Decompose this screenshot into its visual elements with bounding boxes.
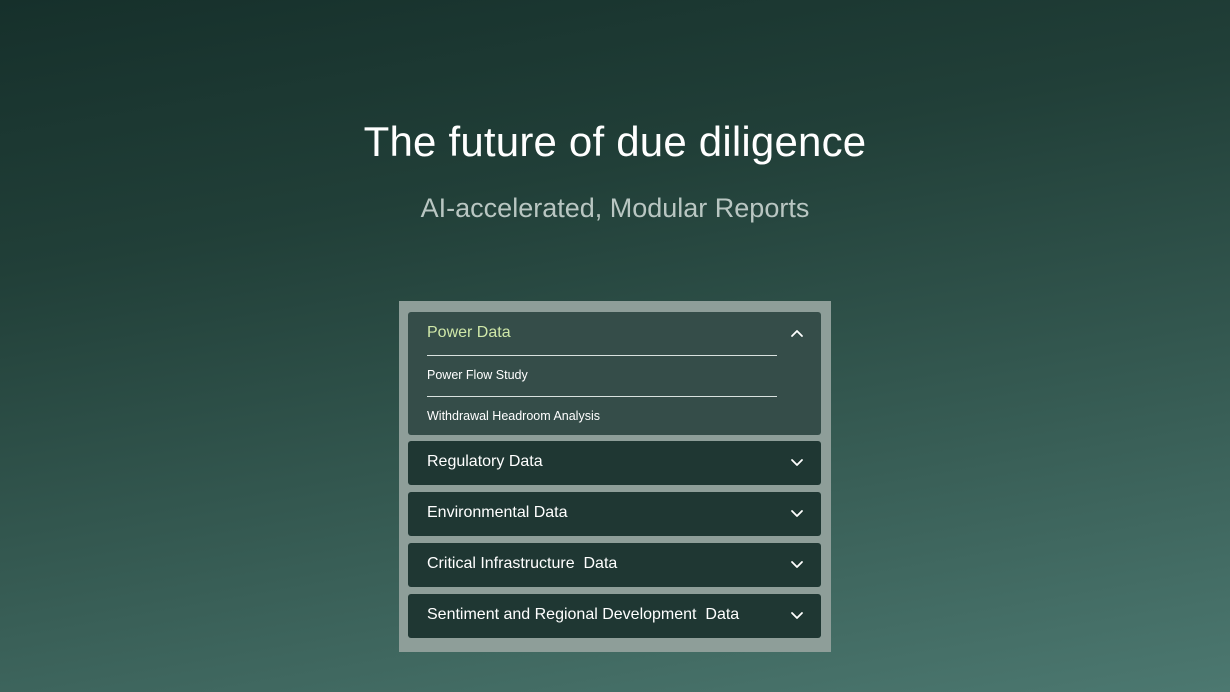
accordion-item-label: Environmental Data bbox=[427, 504, 568, 521]
sub-item-power-flow-study[interactable]: Power Flow Study bbox=[427, 368, 528, 382]
accordion-item-label: Sentiment and Regional Development Data bbox=[427, 606, 740, 623]
accordion-item-critical-infrastructure-data[interactable]: Critical Infrastructure Data bbox=[408, 543, 821, 587]
accordion-item-label: Critical Infrastructure Data bbox=[427, 555, 618, 572]
accordion-item-environmental-data[interactable]: Environmental Data bbox=[408, 492, 821, 536]
page-title: The future of due diligence bbox=[363, 118, 867, 165]
accordion-item-label: Regulatory Data bbox=[427, 453, 543, 470]
chevron-up-icon[interactable] bbox=[790, 326, 804, 340]
accordion-header-sentiment-regional-development-data[interactable]: Sentiment and Regional Development Data bbox=[408, 594, 821, 638]
page-subtitle: AI-accelerated, Modular Reports bbox=[420, 193, 810, 223]
chevron-down-icon[interactable] bbox=[790, 557, 804, 571]
data-modules-accordion: Power Data Power Flow Study Withdrawal H… bbox=[399, 301, 831, 652]
accordion-item-label: Power Data bbox=[427, 324, 511, 341]
sub-item-withdrawal-headroom-analysis[interactable]: Withdrawal Headroom Analysis bbox=[427, 409, 600, 423]
accordion-item-power-data: Power Data Power Flow Study Withdrawal H… bbox=[408, 312, 821, 435]
accordion-item-regulatory-data[interactable]: Regulatory Data bbox=[408, 441, 821, 485]
accordion-header-power-data[interactable]: Power Data bbox=[408, 312, 821, 356]
accordion-header-critical-infrastructure-data[interactable]: Critical Infrastructure Data bbox=[408, 543, 821, 587]
chevron-down-icon[interactable] bbox=[790, 506, 804, 520]
divider bbox=[427, 355, 777, 356]
chevron-down-icon[interactable] bbox=[790, 608, 804, 622]
divider bbox=[427, 396, 777, 397]
chevron-down-icon[interactable] bbox=[790, 455, 804, 469]
accordion-header-environmental-data[interactable]: Environmental Data bbox=[408, 492, 821, 536]
accordion-item-sentiment-regional-development-data[interactable]: Sentiment and Regional Development Data bbox=[408, 594, 821, 638]
accordion-header-regulatory-data[interactable]: Regulatory Data bbox=[408, 441, 821, 485]
